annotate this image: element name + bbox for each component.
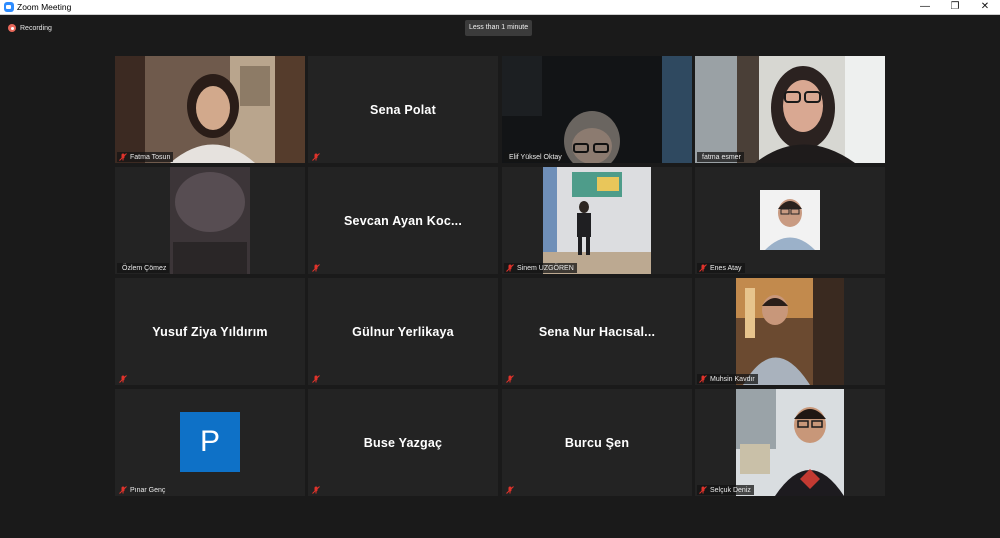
- window-title: Zoom Meeting: [17, 2, 72, 12]
- participant-label: [117, 374, 130, 384]
- meeting-timer: Less than 1 minute: [465, 20, 533, 36]
- participant-display-name: Burcu Şen: [564, 435, 630, 450]
- muted-mic-icon: [119, 486, 127, 494]
- participant-tile[interactable]: Yusuf Ziya Yıldırım: [115, 278, 305, 385]
- participant-label: [310, 152, 323, 162]
- participant-name: Enes Atay: [710, 264, 742, 272]
- participant-label: Muhsin Kavdır: [697, 374, 758, 384]
- muted-mic-icon: [312, 264, 320, 272]
- muted-mic-icon: [699, 375, 707, 383]
- maximize-button[interactable]: ❐: [940, 0, 970, 14]
- participant-name: fatma esmer: [702, 153, 741, 161]
- muted-mic-icon: [119, 375, 127, 383]
- participant-label: Sinem UZGÖREN: [504, 263, 577, 273]
- participant-tile[interactable]: Selçuk Deniz: [695, 389, 885, 496]
- muted-mic-icon: [312, 153, 320, 161]
- participant-display-name: Buse Yazgaç: [363, 435, 443, 450]
- participant-label: fatma esmer: [697, 152, 744, 162]
- participant-name: Muhsin Kavdır: [710, 375, 755, 383]
- recording-label: Recording: [20, 24, 52, 32]
- participant-name: Sinem UZGÖREN: [517, 264, 574, 272]
- participant-video: [695, 56, 885, 163]
- participant-tile[interactable]: Sinem UZGÖREN: [502, 167, 692, 274]
- muted-mic-icon: [699, 486, 707, 494]
- participant-name: Fatma Tosun: [130, 153, 171, 161]
- muted-mic-icon: [312, 486, 320, 494]
- participant-display-name: Sena Nur Hacısal...: [538, 324, 656, 339]
- participant-tile[interactable]: Fatma Tosun: [115, 56, 305, 163]
- participant-video: [695, 278, 885, 385]
- participant-tile[interactable]: Buse Yazgaç: [308, 389, 498, 496]
- participant-label: Pınar Genç: [117, 485, 168, 495]
- participant-label: [310, 374, 323, 384]
- recording-icon: [8, 24, 16, 32]
- participant-video: [115, 167, 305, 274]
- participant-tile[interactable]: Özlem Çömez: [115, 167, 305, 274]
- participant-display-name: Yusuf Ziya Yıldırım: [152, 324, 268, 339]
- zoom-logo-icon: [4, 2, 14, 12]
- participant-tile[interactable]: Sena Polat: [308, 56, 498, 163]
- participant-label: [310, 263, 323, 273]
- window-title-bar: Zoom Meeting — ❐ ✕: [0, 0, 1000, 15]
- muted-mic-icon: [506, 486, 514, 494]
- muted-mic-icon: [506, 375, 514, 383]
- participant-label: Enes Atay: [697, 263, 745, 273]
- participant-tile[interactable]: Enes Atay: [695, 167, 885, 274]
- participant-tile[interactable]: P Pınar Genç: [115, 389, 305, 496]
- participant-label: [504, 485, 517, 495]
- recording-indicator[interactable]: Recording: [8, 22, 52, 34]
- muted-mic-icon: [119, 153, 127, 161]
- close-button[interactable]: ✕: [970, 0, 1000, 14]
- participant-display-name: Sena Polat: [370, 102, 436, 117]
- participant-display-name: Sevcan Ayan Koc...: [344, 213, 462, 228]
- participant-tile-active-speaker[interactable]: fatma esmer: [695, 56, 885, 163]
- participant-label: Fatma Tosun: [117, 152, 174, 162]
- minimize-button[interactable]: —: [910, 0, 940, 14]
- participant-name: Özlem Çömez: [122, 264, 167, 272]
- muted-mic-icon: [699, 264, 707, 272]
- participant-label: Selçuk Deniz: [697, 485, 754, 495]
- participant-tile[interactable]: Elif Yüksel Oktay: [502, 56, 692, 163]
- participant-label: [310, 485, 323, 495]
- participant-label: Elif Yüksel Oktay: [504, 152, 565, 162]
- participant-video: [695, 389, 885, 496]
- participant-tile[interactable]: Gülnur Yerlikaya: [308, 278, 498, 385]
- participant-video: [502, 167, 692, 274]
- participant-tile[interactable]: Sevcan Ayan Koc...: [308, 167, 498, 274]
- participant-tile[interactable]: Sena Nur Hacısal...: [502, 278, 692, 385]
- muted-mic-icon: [312, 375, 320, 383]
- muted-mic-icon: [506, 264, 514, 272]
- participant-display-name: Gülnur Yerlikaya: [352, 324, 454, 339]
- participant-tile[interactable]: Burcu Şen: [502, 389, 692, 496]
- participant-video: [695, 167, 885, 274]
- avatar: P: [180, 412, 240, 472]
- participant-video: [502, 56, 692, 163]
- participant-label: Özlem Çömez: [117, 263, 170, 273]
- participant-video: [115, 56, 305, 163]
- participant-tile[interactable]: Muhsin Kavdır: [695, 278, 885, 385]
- participant-name: Elif Yüksel Oktay: [509, 153, 562, 161]
- participant-name: Selçuk Deniz: [710, 486, 751, 494]
- participant-label: [504, 374, 517, 384]
- participant-name: Pınar Genç: [130, 486, 166, 494]
